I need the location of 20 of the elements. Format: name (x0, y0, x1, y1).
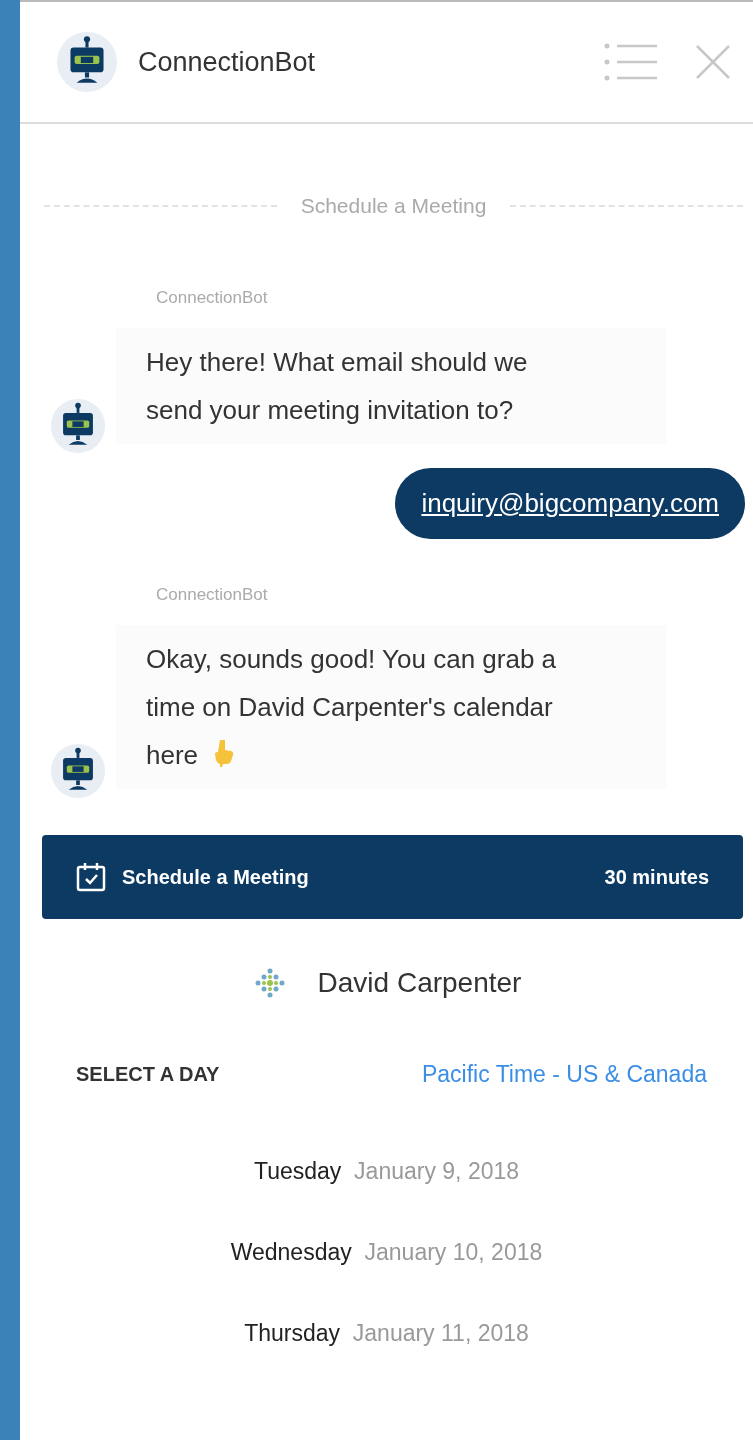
day-option[interactable]: Wednesday January 10, 2018 (230, 1239, 543, 1266)
user-email-link[interactable]: inquiry@bigcompany.com (395, 468, 745, 539)
robot-avatar-icon (50, 398, 106, 454)
day-option[interactable]: Tuesday January 9, 2018 (253, 1158, 520, 1185)
sender-name: ConnectionBot (156, 585, 269, 605)
day-option[interactable]: Thursday January 11, 2018 (244, 1320, 529, 1347)
schedule-title: Schedule a Meeting (122, 865, 309, 889)
bot-message-bubble: Hey there! What email should we send your meeting invitation to? (116, 328, 666, 444)
robot-avatar-icon (50, 743, 106, 799)
select-day-label: SELECT A DAY (76, 1063, 220, 1086)
section-divider-label: Schedule a Meeting (300, 194, 487, 218)
menu-icon[interactable] (603, 42, 659, 82)
bot-message-bubble: Okay, sounds good! You can grab a time on David Carpenter's calendar here (116, 625, 666, 789)
close-icon[interactable] (695, 44, 731, 80)
bot-name-title: ConnectionBot (138, 46, 316, 78)
calendar-check-icon (76, 862, 106, 892)
robot-avatar-icon (56, 31, 118, 93)
host-name: David Carpenter (317, 967, 522, 999)
sender-name: ConnectionBot (156, 288, 269, 308)
duration-label: 30 minutes (604, 865, 709, 889)
